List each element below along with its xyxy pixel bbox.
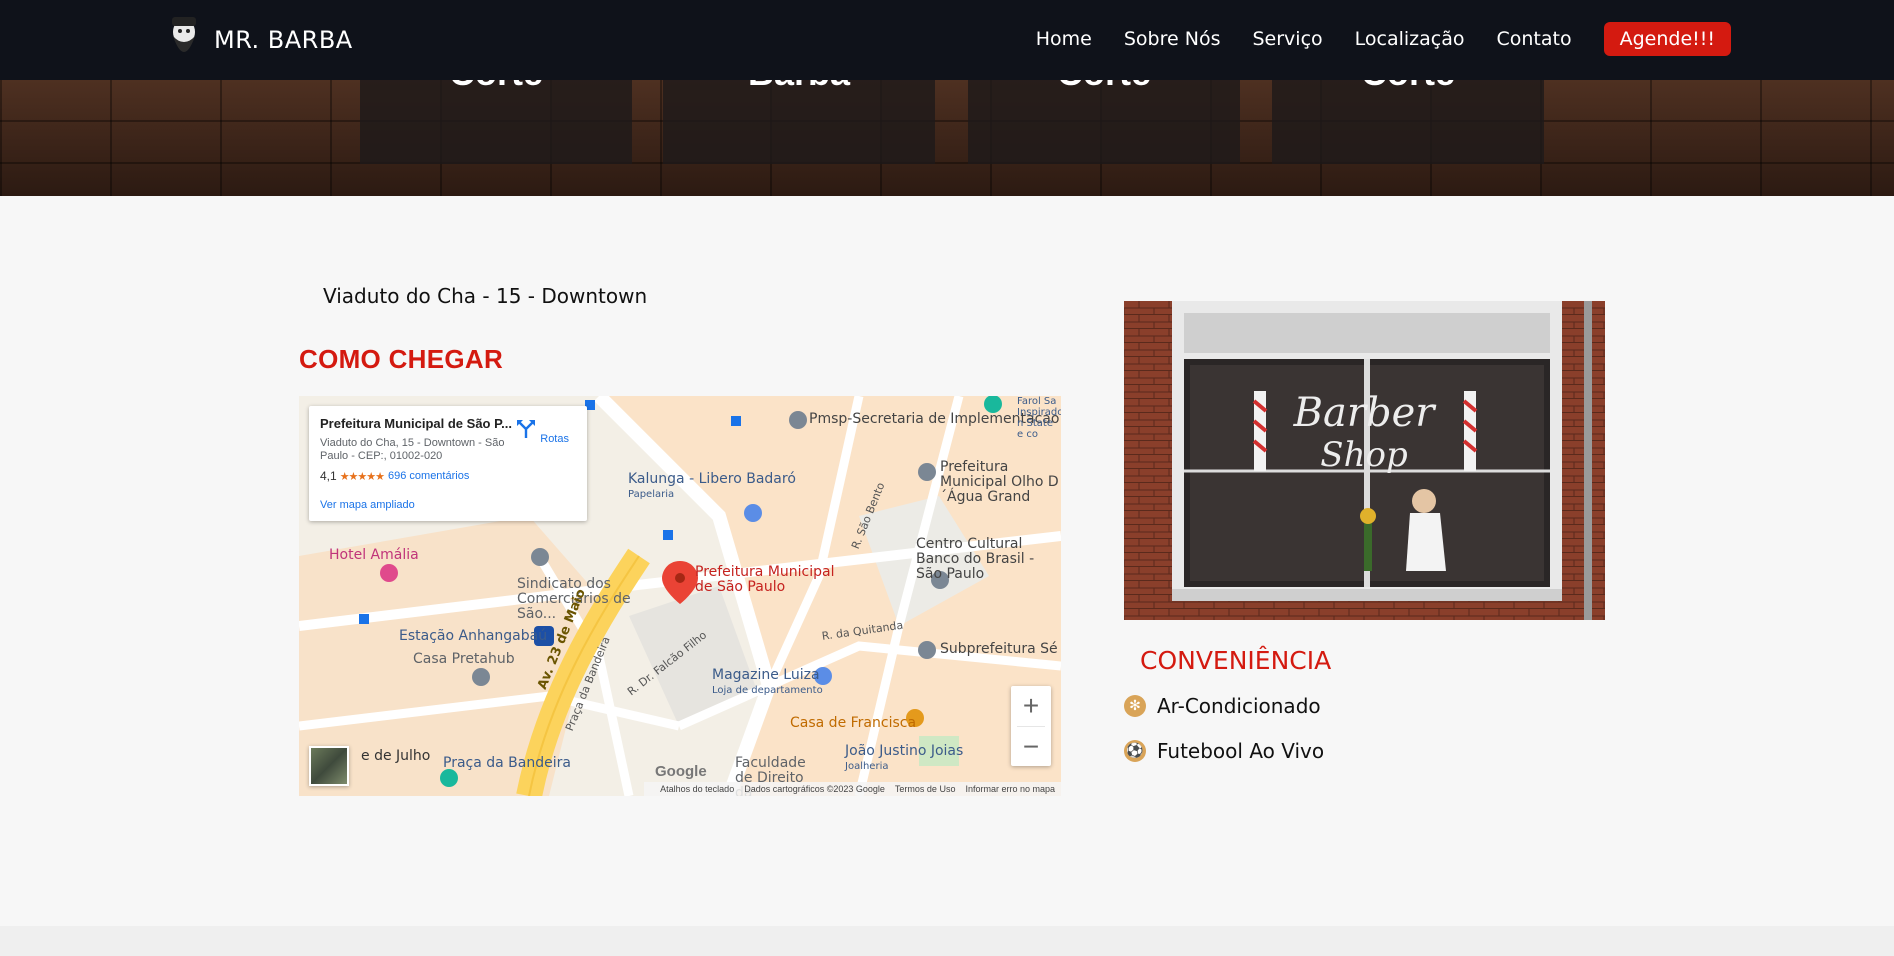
navbar: MR. BARBA Home Sobre Nós Serviço Localiz… bbox=[0, 0, 1894, 80]
barber-logo-icon bbox=[172, 17, 196, 52]
service-card[interactable]: Barba bbox=[663, 80, 935, 164]
terms-link[interactable]: Termos de Uso bbox=[895, 784, 956, 794]
map-poi-casa-francisca: Casa de Francisca bbox=[790, 715, 917, 731]
map-road-julho: e de Julho bbox=[361, 748, 431, 764]
rating-stars-icon: ★★★★★ bbox=[339, 470, 385, 483]
nav-link-contato[interactable]: Contato bbox=[1497, 28, 1572, 50]
reviews-link[interactable]: 696 comentários bbox=[388, 470, 469, 482]
service-card[interactable]: Corte bbox=[968, 80, 1240, 164]
map-poi-subprefeitura: Subprefeitura Sé bbox=[940, 641, 1058, 657]
place-title: Prefeitura Municipal de São P... bbox=[320, 416, 512, 431]
location-section: Viaduto do Cha - 15 - Downtown COMO CHEG… bbox=[0, 196, 1894, 926]
nav-link-servico[interactable]: Serviço bbox=[1252, 28, 1322, 50]
map-poi-ccbb: Centro Cultural Banco do Brasil - São Pa… bbox=[916, 536, 1035, 582]
zoom-out-button[interactable]: − bbox=[1011, 727, 1051, 767]
map-poi-prefeitura-olho: Prefeitura Municipal Olho D´Água Grand bbox=[940, 459, 1059, 505]
map-place-card: Prefeitura Municipal de São P... Viaduto… bbox=[309, 406, 587, 521]
zoom-in-button[interactable]: + bbox=[1011, 686, 1051, 726]
directions-button[interactable]: Rotas bbox=[515, 418, 569, 445]
map-poi-magazine: Magazine Luiza Loja de departamento bbox=[712, 667, 823, 697]
map-marker-label[interactable]: Prefeitura Municipal de São Paulo bbox=[695, 565, 835, 595]
map-poi-praca: Praça da Bandeira bbox=[443, 755, 571, 771]
brand[interactable]: MR. BARBA bbox=[168, 10, 353, 70]
map-poi-farol: Farol Sa Inspirado n State e co bbox=[1017, 396, 1061, 440]
footer-strip bbox=[0, 926, 1894, 956]
barber-shop-photo: Barber Shop bbox=[1124, 301, 1605, 620]
snowflake-icon: ✻ bbox=[1124, 695, 1146, 717]
address-text: Viaduto do Cha - 15 - Downtown bbox=[323, 284, 648, 308]
map-poi-estacao: Estação Anhangabaú bbox=[399, 628, 548, 644]
keyboard-shortcuts-link[interactable]: Atalhos do teclado bbox=[660, 784, 734, 794]
map-poi-casa-pretahub: Casa Pretahub bbox=[413, 651, 515, 667]
service-card[interactable]: Corte bbox=[1272, 80, 1544, 164]
convenience-item: ✻ Ar-Condicionado bbox=[1124, 694, 1321, 718]
report-error-link[interactable]: Informar erro no mapa bbox=[965, 784, 1055, 794]
satellite-toggle-button[interactable] bbox=[309, 746, 349, 786]
map-poi-sindicato: Sindicato dos Comerciários de São... bbox=[517, 576, 631, 622]
map-poi-kalunga: Kalunga - Libero Badaró Papelaria bbox=[628, 471, 796, 501]
place-rating: 4,1 ★★★★★ 696 comentários bbox=[320, 469, 470, 483]
brand-name: MR. BARBA bbox=[214, 26, 353, 54]
convenience-title: CONVENIÊNCIA bbox=[1140, 646, 1332, 675]
larger-map-link[interactable]: Ver mapa ampliado bbox=[320, 499, 415, 511]
google-map[interactable]: Pmsp-Secretaria de Implementacao das... … bbox=[299, 396, 1061, 796]
google-logo: Google bbox=[655, 763, 707, 780]
barber-shop-image: Barber Shop bbox=[1124, 301, 1605, 620]
map-attribution: Atalhos do teclado Dados cartográficos ©… bbox=[644, 782, 1061, 796]
nav-link-localizacao[interactable]: Localização bbox=[1355, 28, 1465, 50]
place-address: Viaduto do Cha, 15 - Downtown - São Paul… bbox=[320, 437, 505, 462]
nav-menu: Home Sobre Nós Serviço Localização Conta… bbox=[1004, 22, 1731, 56]
convenience-item: ⚽ Futebool Ao Vivo bbox=[1124, 739, 1324, 763]
service-card[interactable]: Corte bbox=[360, 80, 632, 164]
map-data-text: Dados cartográficos ©2023 Google bbox=[744, 784, 885, 794]
agende-button[interactable]: Agende!!! bbox=[1603, 22, 1731, 56]
map-poi-hotel: Hotel Amália bbox=[329, 547, 419, 563]
svg-text:Shop: Shop bbox=[1320, 435, 1407, 475]
nav-link-sobre[interactable]: Sobre Nós bbox=[1124, 28, 1221, 50]
svg-text:Barber: Barber bbox=[1293, 390, 1438, 436]
nav-link-home[interactable]: Home bbox=[1036, 28, 1092, 50]
map-zoom-control: + − bbox=[1011, 686, 1051, 766]
map-poi-joao: João Justino Joias Joalheria bbox=[845, 743, 964, 773]
directions-icon bbox=[517, 420, 536, 438]
directions-title: COMO CHEGAR bbox=[299, 344, 504, 374]
football-icon: ⚽ bbox=[1124, 740, 1146, 762]
services-hero: Corte Barba Corte Corte bbox=[0, 80, 1894, 196]
